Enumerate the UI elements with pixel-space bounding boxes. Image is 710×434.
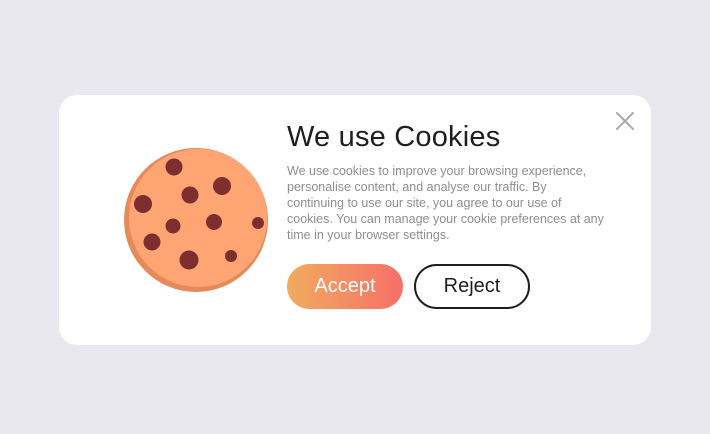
- close-icon: [616, 112, 634, 130]
- dialog-description: We use cookies to improve your browsing …: [287, 164, 604, 242]
- close-button[interactable]: [613, 109, 637, 133]
- cookie-consent-dialog: We use Cookies We use cookies to improve…: [59, 95, 651, 345]
- dialog-title: We use Cookies: [287, 121, 501, 153]
- accept-button[interactable]: Accept: [287, 264, 403, 309]
- cookie-icon: [124, 148, 268, 292]
- reject-button[interactable]: Reject: [414, 264, 530, 309]
